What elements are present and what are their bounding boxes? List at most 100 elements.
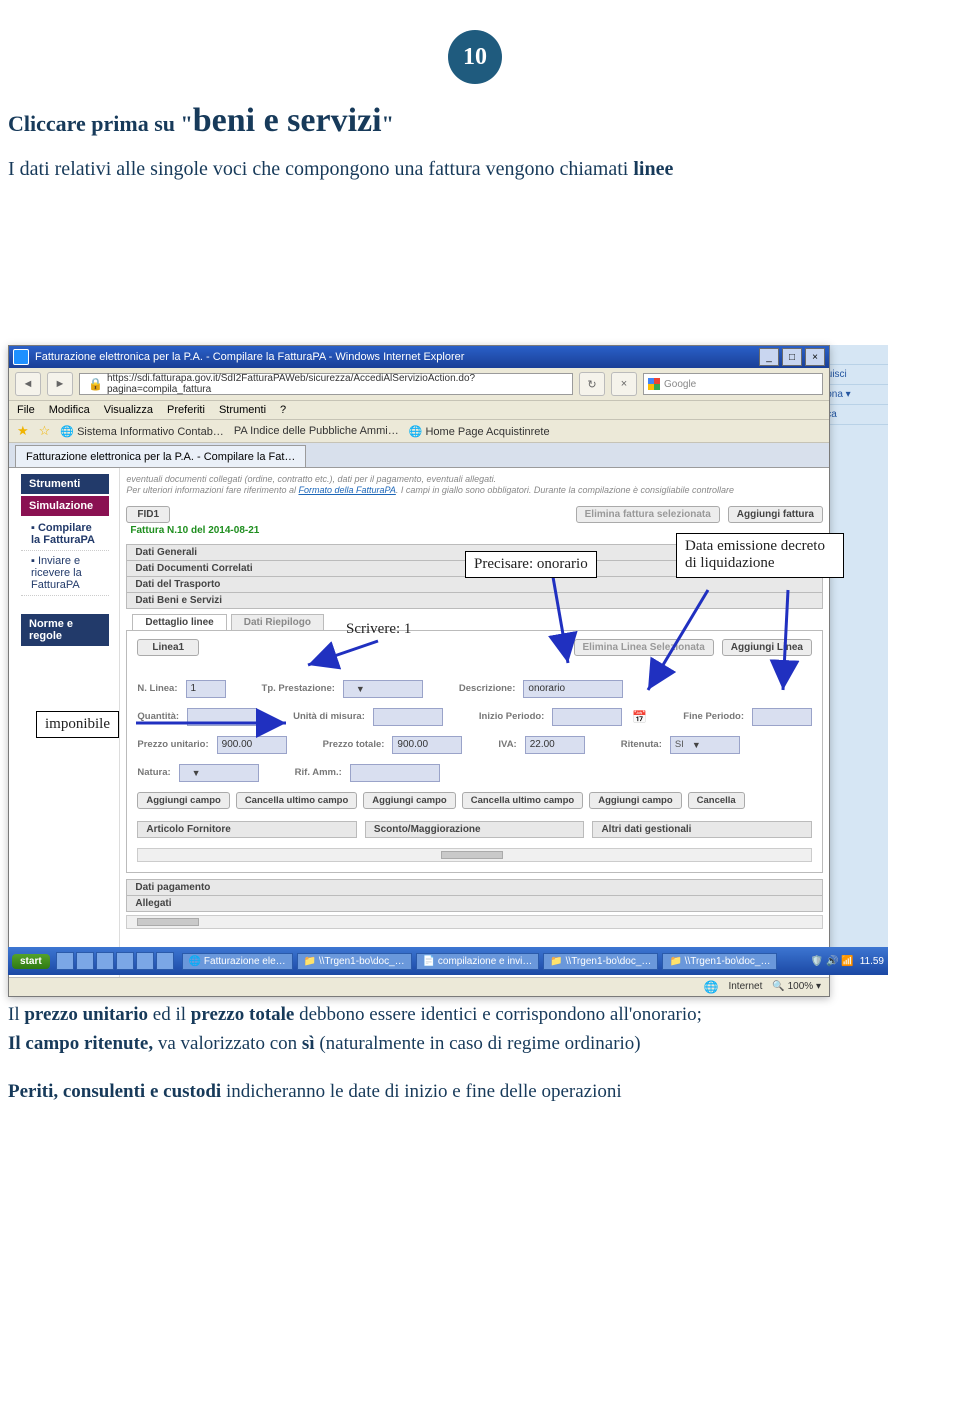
- lock-icon: 🔒: [88, 377, 103, 391]
- window-title: Fatturazione elettronica per la P.A. - C…: [35, 351, 464, 363]
- favorites-add-icon[interactable]: ☆: [39, 423, 51, 439]
- label-n-linea: N. Linea:: [137, 683, 177, 694]
- taskbar-task[interactable]: 📁 \\Trgen1-bo\doc_…: [297, 953, 412, 970]
- section-dati-beni[interactable]: Dati Beni e Servizi: [126, 592, 823, 609]
- aggiungi-campo-3[interactable]: Aggiungi campo: [589, 792, 681, 809]
- callout-data-emissione: Data emissione decreto di liquidazione: [676, 533, 844, 578]
- menu-view[interactable]: Visualizza: [104, 404, 153, 416]
- tab-dati-riepilogo[interactable]: Dati Riepilogo: [231, 614, 324, 630]
- taskbar-task[interactable]: 📄 compilazione e invi…: [416, 953, 540, 970]
- bottom-paragraph-1: Il prezzo unitario ed il prezzo totale d…: [8, 1003, 942, 1028]
- label-prezzo-totale: Prezzo totale:: [323, 739, 385, 750]
- input-n-linea[interactable]: 1: [186, 680, 226, 698]
- tab-dettaglio-linee[interactable]: Dettaglio linee: [132, 614, 226, 630]
- ql-icon[interactable]: [76, 952, 94, 970]
- section-dati-trasporto[interactable]: Dati del Trasporto: [126, 576, 823, 593]
- input-fine-periodo[interactable]: [752, 708, 812, 726]
- select-tp-prestazione[interactable]: ▼: [343, 680, 423, 698]
- stop-button[interactable]: ×: [611, 372, 637, 396]
- ie-tab-strip: Fatturazione elettronica per la P.A. - C…: [9, 443, 829, 468]
- formato-link[interactable]: Formato della FatturaPA: [298, 485, 395, 495]
- menu-fav[interactable]: Preferiti: [167, 404, 205, 416]
- cancella-campo-1[interactable]: Cancella ultimo campo: [236, 792, 357, 809]
- back-button[interactable]: ◄: [15, 372, 41, 396]
- label-ritenuta: Ritenuta:: [621, 739, 662, 750]
- aggiungi-campo-2[interactable]: Aggiungi campo: [363, 792, 455, 809]
- ie-window: Fatturazione elettronica per la P.A. - C…: [8, 345, 830, 997]
- url-input[interactable]: 🔒 https://sdi.fatturapa.gov.it/SdI2Fattu…: [79, 373, 573, 395]
- browser-tab[interactable]: Fatturazione elettronica per la P.A. - C…: [15, 445, 306, 467]
- taskbar-task[interactable]: 📁 \\Trgen1-bo\doc_…: [543, 953, 658, 970]
- tray-icons[interactable]: 🛡️ 🔊 📶: [811, 956, 854, 967]
- calendar-icon[interactable]: 📅: [632, 710, 647, 724]
- status-zoom[interactable]: 🔍 100% ▾: [772, 981, 821, 992]
- forward-button[interactable]: ►: [47, 372, 73, 396]
- sidebar-strumenti[interactable]: Strumenti: [21, 474, 109, 494]
- intro-bold: linee: [633, 158, 673, 180]
- input-inizio-periodo[interactable]: [552, 708, 622, 726]
- favorites-star-icon[interactable]: ★: [17, 423, 29, 439]
- sub-sconto[interactable]: Sconto/Maggiorazione: [365, 821, 585, 838]
- minimize-button[interactable]: _: [759, 348, 779, 366]
- ql-icon[interactable]: [136, 952, 154, 970]
- ql-icon[interactable]: [96, 952, 114, 970]
- aggiungi-linea-button[interactable]: Aggiungi Linea: [722, 639, 812, 656]
- fav-link-1[interactable]: 🌐 Sistema Informativo Contab…: [60, 425, 224, 438]
- input-prezzo-unitario[interactable]: 900.00: [217, 736, 287, 754]
- ql-icon[interactable]: [156, 952, 174, 970]
- outer-scrollbar[interactable]: [126, 915, 823, 929]
- sidebar-simulazione[interactable]: Simulazione: [21, 496, 109, 516]
- section-allegati[interactable]: Allegati: [126, 895, 823, 912]
- menu-edit[interactable]: Modifica: [49, 404, 90, 416]
- menu-help[interactable]: ?: [280, 404, 286, 416]
- ie-status-bar: 🌐 Internet 🔍 100% ▾: [9, 977, 829, 996]
- ql-icon[interactable]: [116, 952, 134, 970]
- fav-link-2[interactable]: PA Indice delle Pubbliche Ammi…: [234, 425, 399, 437]
- menu-file[interactable]: File: [17, 404, 35, 416]
- maximize-button[interactable]: □: [782, 348, 802, 366]
- label-fine-periodo: Fine Periodo:: [683, 711, 744, 722]
- refresh-button[interactable]: ↻: [579, 372, 605, 396]
- sub-altri-dati[interactable]: Altri dati gestionali: [592, 821, 812, 838]
- section-dati-pagamento[interactable]: Dati pagamento: [126, 879, 823, 896]
- aggiungi-fattura-button[interactable]: Aggiungi fattura: [728, 506, 823, 523]
- aggiungi-campo-1[interactable]: Aggiungi campo: [137, 792, 229, 809]
- close-button[interactable]: ×: [805, 348, 825, 366]
- fid-button[interactable]: FID1: [126, 506, 170, 523]
- search-input[interactable]: Google: [643, 373, 823, 395]
- input-prezzo-totale[interactable]: 900.00: [392, 736, 462, 754]
- start-button[interactable]: start: [12, 954, 50, 969]
- input-iva[interactable]: 22.00: [525, 736, 585, 754]
- input-quantita[interactable]: [187, 708, 257, 726]
- input-descrizione[interactable]: onorario: [523, 680, 623, 698]
- sidebar-item-inviare[interactable]: Inviare e ricevere la FatturaPA: [21, 551, 109, 596]
- taskbar-task[interactable]: 📁 \\Trgen1-bo\doc_…: [662, 953, 777, 970]
- cancella-button[interactable]: Cancella: [688, 792, 745, 809]
- menu-tools[interactable]: Strumenti: [219, 404, 266, 416]
- intro-pre: I dati relativi alle singole voci che co…: [8, 158, 633, 180]
- cancella-campo-2[interactable]: Cancella ultimo campo: [462, 792, 583, 809]
- sub-articolo-fornitore[interactable]: Articolo Fornitore: [137, 821, 357, 838]
- horizontal-scrollbar[interactable]: [137, 848, 812, 862]
- ie-address-bar: ◄ ► 🔒 https://sdi.fatturapa.gov.it/SdI2F…: [9, 368, 829, 401]
- label-natura: Natura:: [137, 767, 170, 778]
- taskbar-task[interactable]: 🌐 Fatturazione ele…: [182, 953, 293, 970]
- elimina-linea-button[interactable]: Elimina Linea Selezionata: [574, 639, 714, 656]
- select-natura[interactable]: ▼: [179, 764, 259, 782]
- elimina-fattura-button[interactable]: Elimina fattura selezionata: [576, 506, 720, 523]
- label-rif-amm: Rif. Amm.:: [295, 767, 342, 778]
- ql-icon[interactable]: [56, 952, 74, 970]
- linea-button[interactable]: Linea1: [137, 639, 199, 656]
- sidebar-norme[interactable]: Norme e regole: [21, 614, 109, 646]
- input-rif-amm[interactable]: [350, 764, 440, 782]
- sidebar-item-compilare[interactable]: Compilare la FatturaPA: [21, 518, 109, 551]
- label-unita: Unità di misura:: [293, 711, 365, 722]
- input-unita[interactable]: [373, 708, 443, 726]
- bottom-paragraph-3: Periti, consulenti e custodi indicherann…: [8, 1080, 942, 1105]
- select-ritenuta[interactable]: SI▼: [670, 736, 740, 754]
- fav-link-3[interactable]: 🌐 Home Page Acquistinrete: [409, 425, 550, 438]
- quick-launch: [56, 952, 174, 970]
- system-tray: 🛡️ 🔊 📶 11.59: [811, 956, 884, 967]
- inner-tabs: Dettaglio linee Dati Riepilogo: [132, 614, 823, 630]
- callout-precisare: Precisare: onorario: [465, 551, 597, 578]
